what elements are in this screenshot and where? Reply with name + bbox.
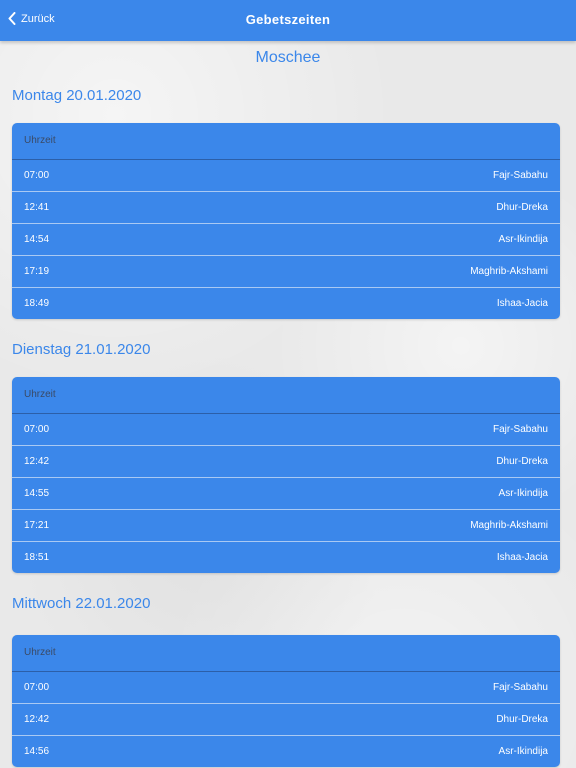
day-section: Montag 20.01.2020 Uhrzeit 07:00 Fajr-Sab… [0, 85, 576, 319]
top-nav-bar: Zurück Gebetszeiten [0, 0, 576, 41]
prayer-row: 12:41 Dhur-Dreka [12, 192, 560, 224]
prayer-name: Dhur-Dreka [496, 714, 548, 725]
day-section: Dienstag 21.01.2020 Uhrzeit 07:00 Fajr-S… [0, 339, 576, 573]
prayer-time: 18:49 [24, 298, 50, 309]
prayer-row: 07:00 Fajr-Sabahu [12, 160, 560, 192]
prayer-row: 17:21 Maghrib-Akshami [12, 510, 560, 542]
prayer-row: 14:55 Asr-Ikindija [12, 478, 560, 510]
prayer-name: Fajr-Sabahu [492, 682, 548, 693]
prayer-time: 14:54 [24, 234, 50, 245]
prayer-time: 14:55 [24, 488, 50, 499]
prayer-row: 12:42 Dhur-Dreka [12, 704, 560, 736]
prayer-time: 17:19 [24, 266, 50, 277]
prayer-name: Dhur-Dreka [496, 456, 548, 467]
prayer-row: 14:56 Asr-Ikindija [12, 736, 560, 767]
prayer-name: Maghrib-Akshami [470, 266, 548, 277]
prayer-name: Maghrib-Akshami [470, 520, 548, 531]
prayer-name: Fajr-Sabahu [492, 424, 548, 435]
prayer-time: 07:00 [24, 682, 50, 693]
prayer-name: Asr-Ikindija [498, 234, 548, 245]
card-header-time: Uhrzeit [12, 635, 560, 672]
page-title: Gebetszeiten [245, 12, 331, 27]
prayer-row: 07:00 Fajr-Sabahu [12, 414, 560, 446]
day-date-title: Mittwoch 22.01.2020 [12, 595, 151, 612]
prayer-name: Fajr-Sabahu [492, 170, 548, 181]
prayer-time: 12:42 [24, 714, 50, 725]
prayer-name: Ishaa-Jacia [496, 552, 548, 563]
prayer-row: 18:49 Ishaa-Jacia [12, 288, 560, 319]
prayer-row: 12:42 Dhur-Dreka [12, 446, 560, 478]
prayer-name: Dhur-Dreka [496, 202, 548, 213]
prayer-time: 17:21 [24, 520, 50, 531]
prayer-time: 12:41 [24, 202, 50, 213]
prayer-row: 07:00 Fajr-Sabahu [12, 672, 560, 704]
card-header-time: Uhrzeit [12, 123, 560, 160]
day-date-title: Montag 20.01.2020 [12, 87, 142, 104]
prayer-name: Asr-Ikindija [498, 488, 548, 499]
prayer-row: 17:19 Maghrib-Akshami [12, 256, 560, 288]
prayer-time: 18:51 [24, 552, 50, 563]
prayer-time: 07:00 [24, 424, 50, 435]
prayer-name: Asr-Ikindija [498, 746, 548, 757]
prayer-time: 12:42 [24, 456, 50, 467]
prayer-name: Ishaa-Jacia [496, 298, 548, 309]
prayer-times-card: Uhrzeit 07:00 Fajr-Sabahu 12:42 Dhur-Dre… [12, 635, 560, 767]
day-section: Mittwoch 22.01.2020 Uhrzeit 07:00 Fajr-S… [0, 593, 576, 767]
card-header-time: Uhrzeit [12, 377, 560, 414]
mosque-name: Moschee [255, 49, 321, 66]
prayer-times-card: Uhrzeit 07:00 Fajr-Sabahu 12:41 Dhur-Dre… [12, 123, 560, 319]
prayer-row: 18:51 Ishaa-Jacia [12, 542, 560, 573]
prayer-row: 14:54 Asr-Ikindija [12, 224, 560, 256]
prayer-times-card: Uhrzeit 07:00 Fajr-Sabahu 12:42 Dhur-Dre… [12, 377, 560, 573]
prayer-time: 14:56 [24, 746, 50, 757]
prayer-time: 07:00 [24, 170, 50, 181]
day-date-title: Dienstag 21.01.2020 [12, 341, 151, 358]
prayer-times-content[interactable]: Moschee Montag 20.01.2020 Uhrzeit 07:00 … [0, 41, 576, 768]
